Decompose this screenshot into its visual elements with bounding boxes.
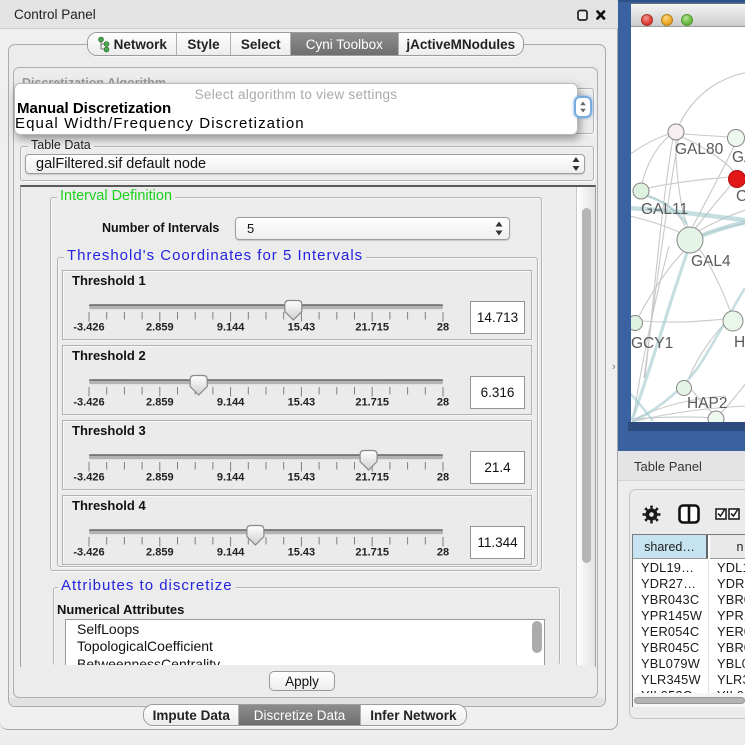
svg-text:GA: GA (732, 149, 745, 166)
svg-text:GCY1: GCY1 (631, 335, 673, 352)
svg-text:GAL80: GAL80 (675, 141, 724, 158)
svg-text:C: C (736, 188, 745, 205)
svg-text:HAP2: HAP2 (687, 395, 728, 412)
svg-text:H: H (734, 334, 745, 351)
svg-text:GAL11: GAL11 (641, 201, 688, 218)
svg-text:GAL4: GAL4 (691, 253, 731, 270)
